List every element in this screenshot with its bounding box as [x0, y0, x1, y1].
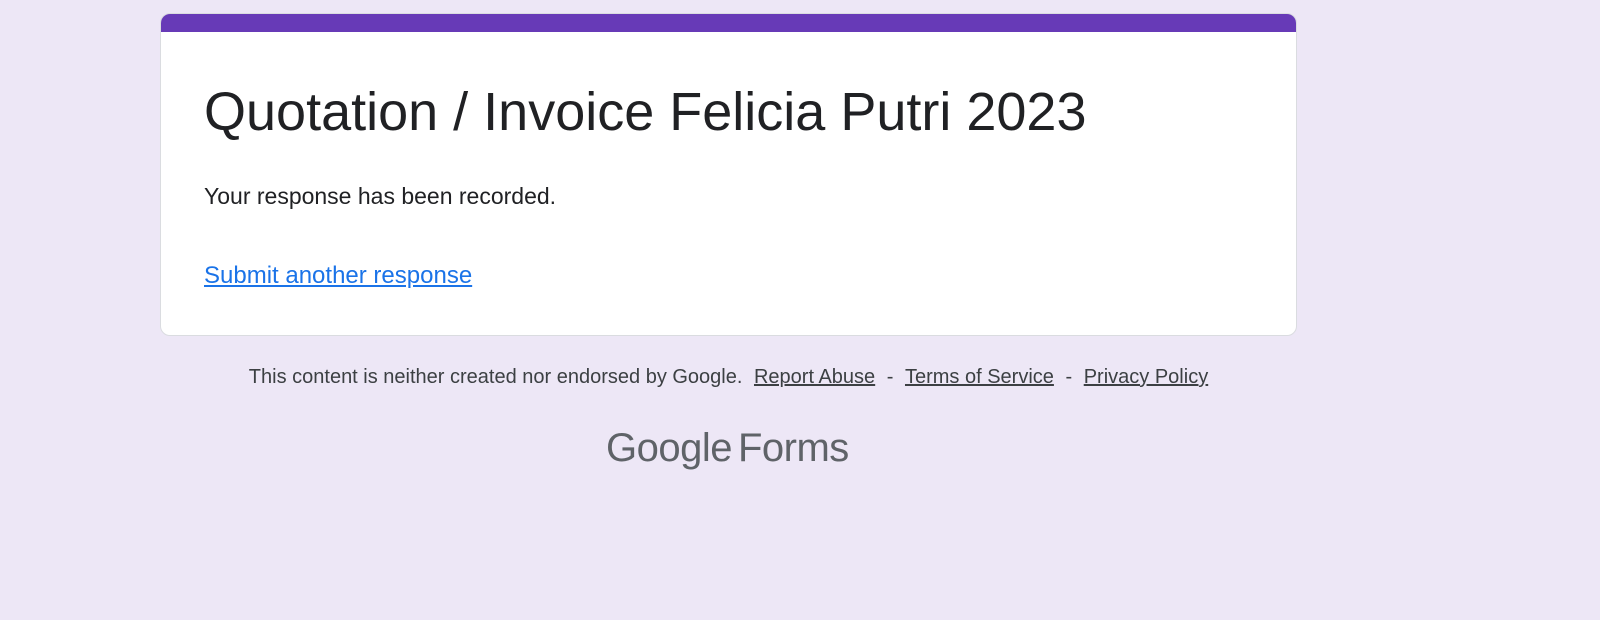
privacy-policy-link[interactable]: Privacy Policy	[1084, 366, 1208, 388]
footer-separator: -	[886, 366, 894, 388]
footer-disclaimer: This content is neither created nor endo…	[248, 366, 743, 388]
form-title: Quotation / Invoice Felicia Putri 2023	[204, 82, 1087, 142]
card-accent-bar	[161, 14, 1296, 32]
submit-another-response-link[interactable]: Submit another response	[204, 260, 472, 292]
confirmation-message: Your response has been recorded.	[204, 183, 557, 209]
terms-of-service-link[interactable]: Terms of Service	[905, 366, 1054, 388]
google-logo-text: Google	[606, 426, 732, 470]
report-abuse-link[interactable]: Report Abuse	[754, 366, 875, 388]
google-forms-logo[interactable]: Google Forms	[606, 423, 849, 473]
response-card: Quotation / Invoice Felicia Putri 2023 Y…	[160, 13, 1297, 336]
footer: This content is neither created nor endo…	[0, 362, 1457, 392]
footer-separator: -	[1065, 366, 1073, 388]
forms-product-name: Forms	[737, 426, 849, 470]
